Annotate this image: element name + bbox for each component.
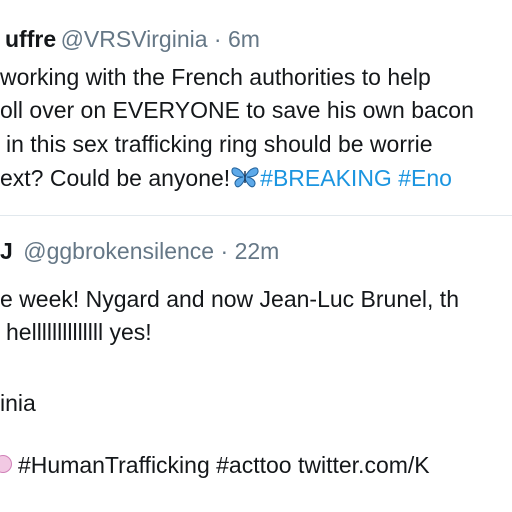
tweet-1-separator: · xyxy=(207,26,228,52)
tweet-1-line-1: working with the French authorities to h… xyxy=(0,64,431,90)
tweet-1-line-4: ext? Could be anyone! #BREAKING #Eno xyxy=(0,165,452,195)
tweet-2-separator: · xyxy=(214,238,235,264)
tweet-1-header: uffre @VRSVirginia · 6m xyxy=(5,26,260,53)
tweet-1-author-handle[interactable]: @VRSVirginia xyxy=(61,26,208,52)
tweet-1-timestamp[interactable]: 6m xyxy=(228,26,260,52)
tweet-2-line-1: e week! Nygard and now Jean-Luc Brunel, … xyxy=(0,286,459,312)
tweet-1-line-3: in this sex trafficking ring should be w… xyxy=(6,131,433,157)
hashtag-breaking-link[interactable]: #BREAKING xyxy=(260,165,392,191)
tweet-divider xyxy=(0,215,512,216)
tweet-2-author-handle[interactable]: @ggbrokensilence xyxy=(23,238,214,264)
tweet-2-line-3: inia xyxy=(0,390,36,416)
tweet-2-line-2: hellllllllllllll yes! xyxy=(6,319,152,345)
tweet-2-timestamp[interactable]: 22m xyxy=(235,238,280,264)
butterfly-icon xyxy=(230,165,260,195)
tweet-2-author-name[interactable]: J xyxy=(0,238,13,264)
hashtag-eno-link[interactable]: #Eno xyxy=(398,165,452,191)
tweet-2-footer-links[interactable]: #HumanTrafficking #acttoo twitter.com/K xyxy=(18,452,430,479)
tweet-1-author-name[interactable]: uffre xyxy=(5,26,56,52)
tweet-1-line-4-text: ext? Could be anyone! xyxy=(0,165,231,191)
tweet-1-line-2: oll over on EVERYONE to save his own bac… xyxy=(0,97,474,123)
pink-circle-icon xyxy=(0,455,12,473)
tweet-2-header: J @ggbrokensilence · 22m xyxy=(0,238,279,265)
